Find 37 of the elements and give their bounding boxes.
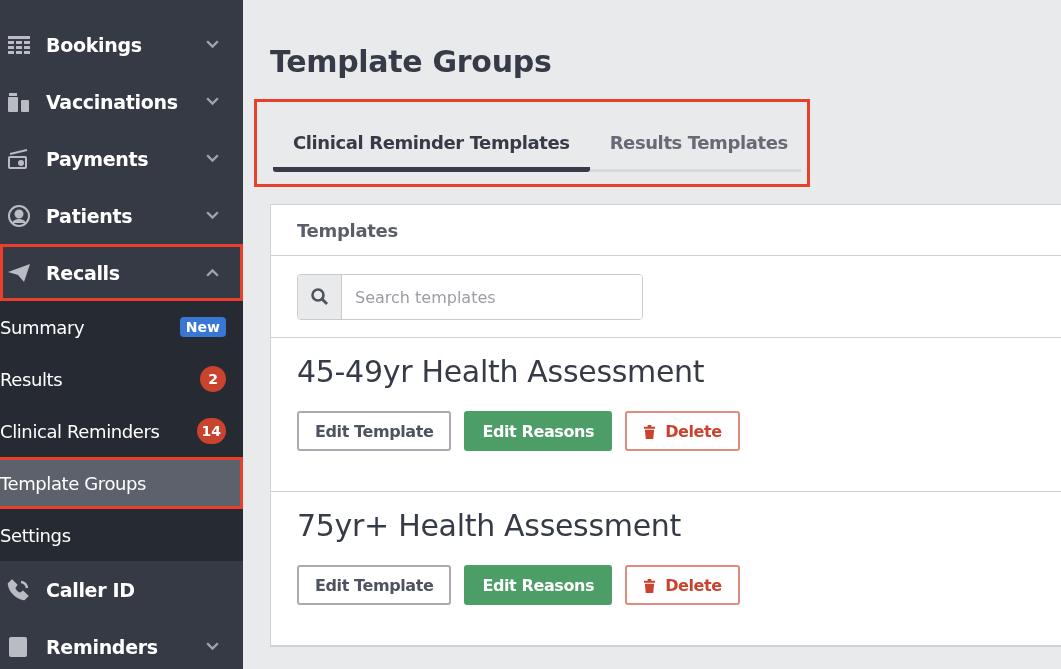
nav-label: Reminders	[46, 635, 159, 658]
template-name: 45-49yr Health Assessment	[297, 354, 706, 389]
submenu-item[interactable]: Template Groups	[0, 457, 243, 509]
trash-icon	[643, 423, 657, 439]
nav-item[interactable]: Payments	[0, 130, 243, 187]
submenu-item[interactable]: Results 2	[0, 353, 243, 405]
submenu-item[interactable]: Settings	[0, 509, 243, 561]
delete-button[interactable]: Delete	[625, 565, 740, 605]
nav-item[interactable]: Vaccinations	[0, 73, 243, 130]
tab[interactable]: Clinical Reminder Templates	[273, 122, 590, 172]
nav-label: Bookings	[46, 33, 143, 56]
nav-label: Payments	[46, 147, 150, 170]
nav-label: Recalls	[46, 261, 121, 284]
nav-item[interactable]: Patients	[0, 187, 243, 244]
nav-label: Caller ID	[46, 578, 136, 601]
edit-template-button[interactable]: Edit Template	[297, 411, 452, 451]
search-field[interactable]: Search templates	[297, 274, 643, 320]
card-title: Templates	[271, 205, 1061, 256]
nav-label: Vaccinations	[46, 90, 179, 113]
tab[interactable]: Results Templates	[589, 122, 808, 172]
nav-item[interactable]: Bookings	[0, 16, 243, 73]
template-name: 75yr+ Health Assessment	[297, 508, 683, 543]
nav-item[interactable]: Recalls	[0, 244, 243, 301]
new-badge: New	[179, 317, 226, 337]
submenu-item[interactable]: Summary New	[0, 301, 243, 353]
trash-icon	[643, 577, 657, 593]
count-badge: 2	[200, 366, 226, 392]
nav-item[interactable]: Caller ID	[0, 561, 243, 618]
submenu-item[interactable]: Clinical Reminders 14	[0, 405, 243, 457]
nav-label: Patients	[46, 204, 134, 227]
search-icon	[309, 287, 330, 307]
page-title: Template Groups	[270, 44, 553, 79]
user-icon	[5, 203, 33, 228]
delete-button[interactable]: Delete	[625, 411, 740, 451]
count-badge: 14	[196, 418, 226, 444]
edit-template-button[interactable]: Edit Template	[297, 565, 452, 605]
nav-item[interactable]: Reminders	[0, 618, 243, 669]
